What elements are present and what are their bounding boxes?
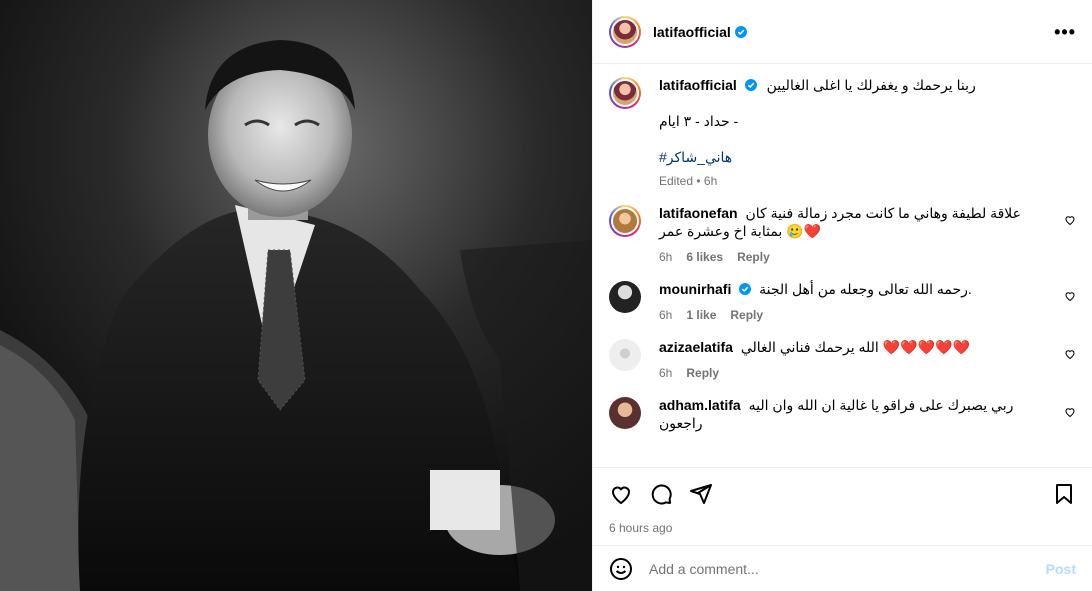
comment-time: 6h	[659, 308, 673, 322]
verified-badge-icon	[744, 79, 757, 91]
reply-button[interactable]: Reply	[737, 250, 770, 264]
comment-bubble-icon[interactable]	[649, 482, 673, 506]
post-timestamp: 6 hours ago	[609, 521, 673, 535]
caption-avatar[interactable]	[609, 77, 641, 109]
author-avatar[interactable]	[609, 15, 641, 48]
comment-username[interactable]: latifaonefan	[659, 205, 738, 221]
comment-likes[interactable]: 1 like	[686, 308, 716, 322]
comment-username[interactable]: mounirhafi	[659, 281, 731, 297]
post-header: latifaofficial •••	[593, 0, 1092, 64]
comment-text: رحمه الله تعالى وجعله من أهل الجنة.	[759, 281, 972, 297]
verified-badge-icon	[734, 25, 747, 38]
like-heart-icon[interactable]	[609, 482, 633, 506]
comment-time: 6h	[659, 250, 673, 264]
post-actions-bar	[593, 467, 1092, 519]
author-username[interactable]: latifaofficial	[653, 24, 731, 40]
caption: latifaofficial ربنا يرحمك و يغفرلك يا اغ…	[609, 76, 1076, 188]
post-comment-button[interactable]: Post	[1046, 561, 1076, 577]
comment-item: mounirhafi رحمه الله تعالى وجعله من أهل …	[609, 280, 1076, 322]
comments-scroll-area[interactable]: latifaofficial ربنا يرحمك و يغفرلك يا اغ…	[593, 64, 1092, 467]
comment-item: adham.latifa ربي يصبرك على فراقو يا غالي…	[609, 396, 1076, 432]
like-comment-icon[interactable]	[1064, 406, 1076, 418]
comment-text: الله يرحمك فناني الغالي ❤️❤️❤️❤️❤️	[740, 339, 970, 355]
comment-username[interactable]: azizaelatifa	[659, 339, 733, 355]
comment-input[interactable]	[649, 560, 1046, 577]
comment-item: latifaonefan علاقة لطيفة وهاني ما كانت م…	[609, 204, 1076, 264]
caption-line-1: ربنا يرحمك و يغفرلك يا اغلى الغاليين	[766, 77, 976, 93]
emoji-picker-icon[interactable]	[609, 557, 633, 581]
comment-item: azizaelatifa الله يرحمك فناني الغالي ❤️❤…	[609, 338, 1076, 380]
post-detail-panel: latifaofficial ••• latifaofficial ربنا ي…	[592, 0, 1092, 591]
portrait-image	[0, 0, 592, 591]
comment-avatar[interactable]	[609, 205, 641, 237]
comment-avatar[interactable]	[609, 281, 641, 313]
comment-likes[interactable]: 6 likes	[686, 250, 723, 264]
like-comment-icon[interactable]	[1064, 348, 1076, 360]
reply-button[interactable]: Reply	[730, 308, 763, 322]
share-paper-plane-icon[interactable]	[689, 482, 713, 506]
comment-time: 6h	[659, 366, 673, 380]
like-comment-icon[interactable]	[1064, 290, 1076, 302]
comment-username[interactable]: adham.latifa	[659, 397, 741, 413]
add-comment-bar: Post	[593, 545, 1092, 591]
post-photo[interactable]	[0, 0, 592, 591]
bookmark-save-icon[interactable]	[1052, 482, 1076, 506]
comment-avatar[interactable]	[609, 339, 641, 371]
like-comment-icon[interactable]	[1064, 214, 1076, 226]
reply-button[interactable]: Reply	[686, 366, 719, 380]
caption-meta: Edited • 6h	[659, 174, 718, 188]
caption-username[interactable]: latifaofficial	[659, 77, 737, 93]
comment-avatar[interactable]	[609, 397, 641, 429]
caption-line-2: حداد - ٣ ايام -	[659, 113, 739, 129]
hashtag-link[interactable]: #هاني_شاكر	[659, 148, 1054, 166]
more-options-icon[interactable]: •••	[1054, 23, 1076, 41]
verified-badge-icon	[739, 283, 752, 295]
